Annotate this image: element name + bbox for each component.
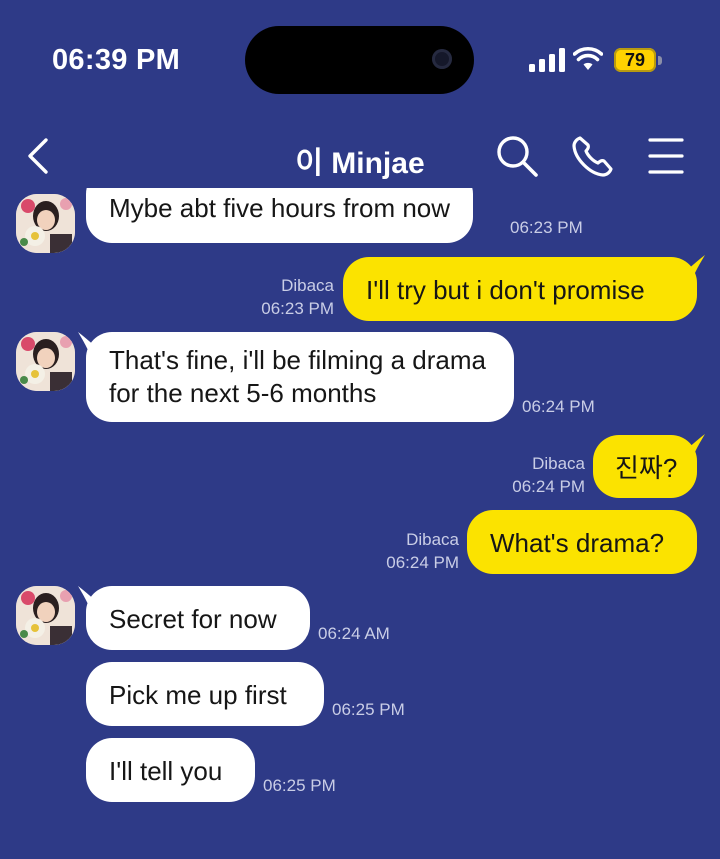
message-bubble-incoming[interactable]: I'll tell you (86, 738, 255, 802)
message-text: I'll try but i don't promise (366, 275, 645, 305)
avatar[interactable] (16, 194, 75, 253)
chat-title: 이 Minjae (295, 147, 425, 180)
message-time: 06:24 PM (522, 397, 595, 416)
message-text: Mybe abt five hours from now (109, 193, 451, 223)
wifi-icon (573, 46, 603, 70)
phone-icon[interactable] (570, 133, 616, 179)
message-text: What's drama? (490, 528, 665, 558)
message-meta: Dibaca 06:24 PM (320, 528, 459, 574)
bubble-tail (683, 255, 705, 273)
message-time: 06:23 PM (261, 299, 334, 318)
message-bubble-incoming[interactable]: That's fine, i'll be filming a drama for… (86, 332, 514, 422)
avatar-photo (16, 586, 75, 645)
read-status: Dibaca (532, 454, 585, 473)
message-time: 06:24 AM (318, 624, 390, 643)
dynamic-island (245, 26, 474, 94)
read-status: Dibaca (406, 530, 459, 549)
message-bubble-outgoing[interactable]: I'll try but i don't promise (343, 257, 697, 321)
battery-level: 79 (624, 50, 646, 70)
avatar-photo (16, 194, 75, 253)
back-chevron-icon[interactable] (22, 136, 58, 176)
message-bubble-incoming[interactable]: Secret for now (86, 586, 310, 650)
battery-tip (658, 56, 662, 65)
message-text: Pick me up first (109, 680, 287, 710)
message-text: Secret for now (109, 604, 277, 634)
avatar[interactable] (16, 586, 75, 645)
message-meta: Dibaca 06:24 PM (450, 452, 585, 498)
message-text: That's fine, i'll be filming a drama for… (109, 345, 486, 408)
message-bubble-outgoing[interactable]: What's drama? (467, 510, 697, 574)
status-time: 06:39 PM (52, 44, 181, 76)
avatar[interactable] (16, 332, 75, 391)
message-list[interactable]: Mybe abt five hours from now 06:23 PM I'… (0, 188, 720, 859)
message-meta: Dibaca 06:23 PM (200, 274, 334, 320)
search-icon[interactable] (494, 133, 540, 179)
message-bubble-outgoing[interactable]: 진짜? (593, 435, 697, 498)
message-time: 06:24 PM (512, 477, 585, 496)
camera-icon (432, 49, 452, 69)
message-bubble-incoming[interactable]: Mybe abt five hours from now (86, 188, 474, 243)
signal-icon (529, 48, 565, 72)
message-time: 06:23 PM (510, 218, 583, 237)
menu-icon[interactable] (646, 136, 686, 176)
message-time: 06:25 PM (332, 700, 405, 719)
battery-icon: 79 (614, 48, 664, 72)
bubble-tail (683, 434, 705, 452)
message-time: 06:25 PM (263, 776, 336, 795)
message-time: 06:24 PM (386, 553, 459, 572)
avatar-photo (16, 332, 75, 391)
read-status: Dibaca (281, 276, 334, 295)
message-text: 진짜? (615, 453, 678, 483)
message-bubble-incoming[interactable]: Pick me up first (86, 662, 324, 726)
message-text: I'll tell you (109, 756, 223, 786)
